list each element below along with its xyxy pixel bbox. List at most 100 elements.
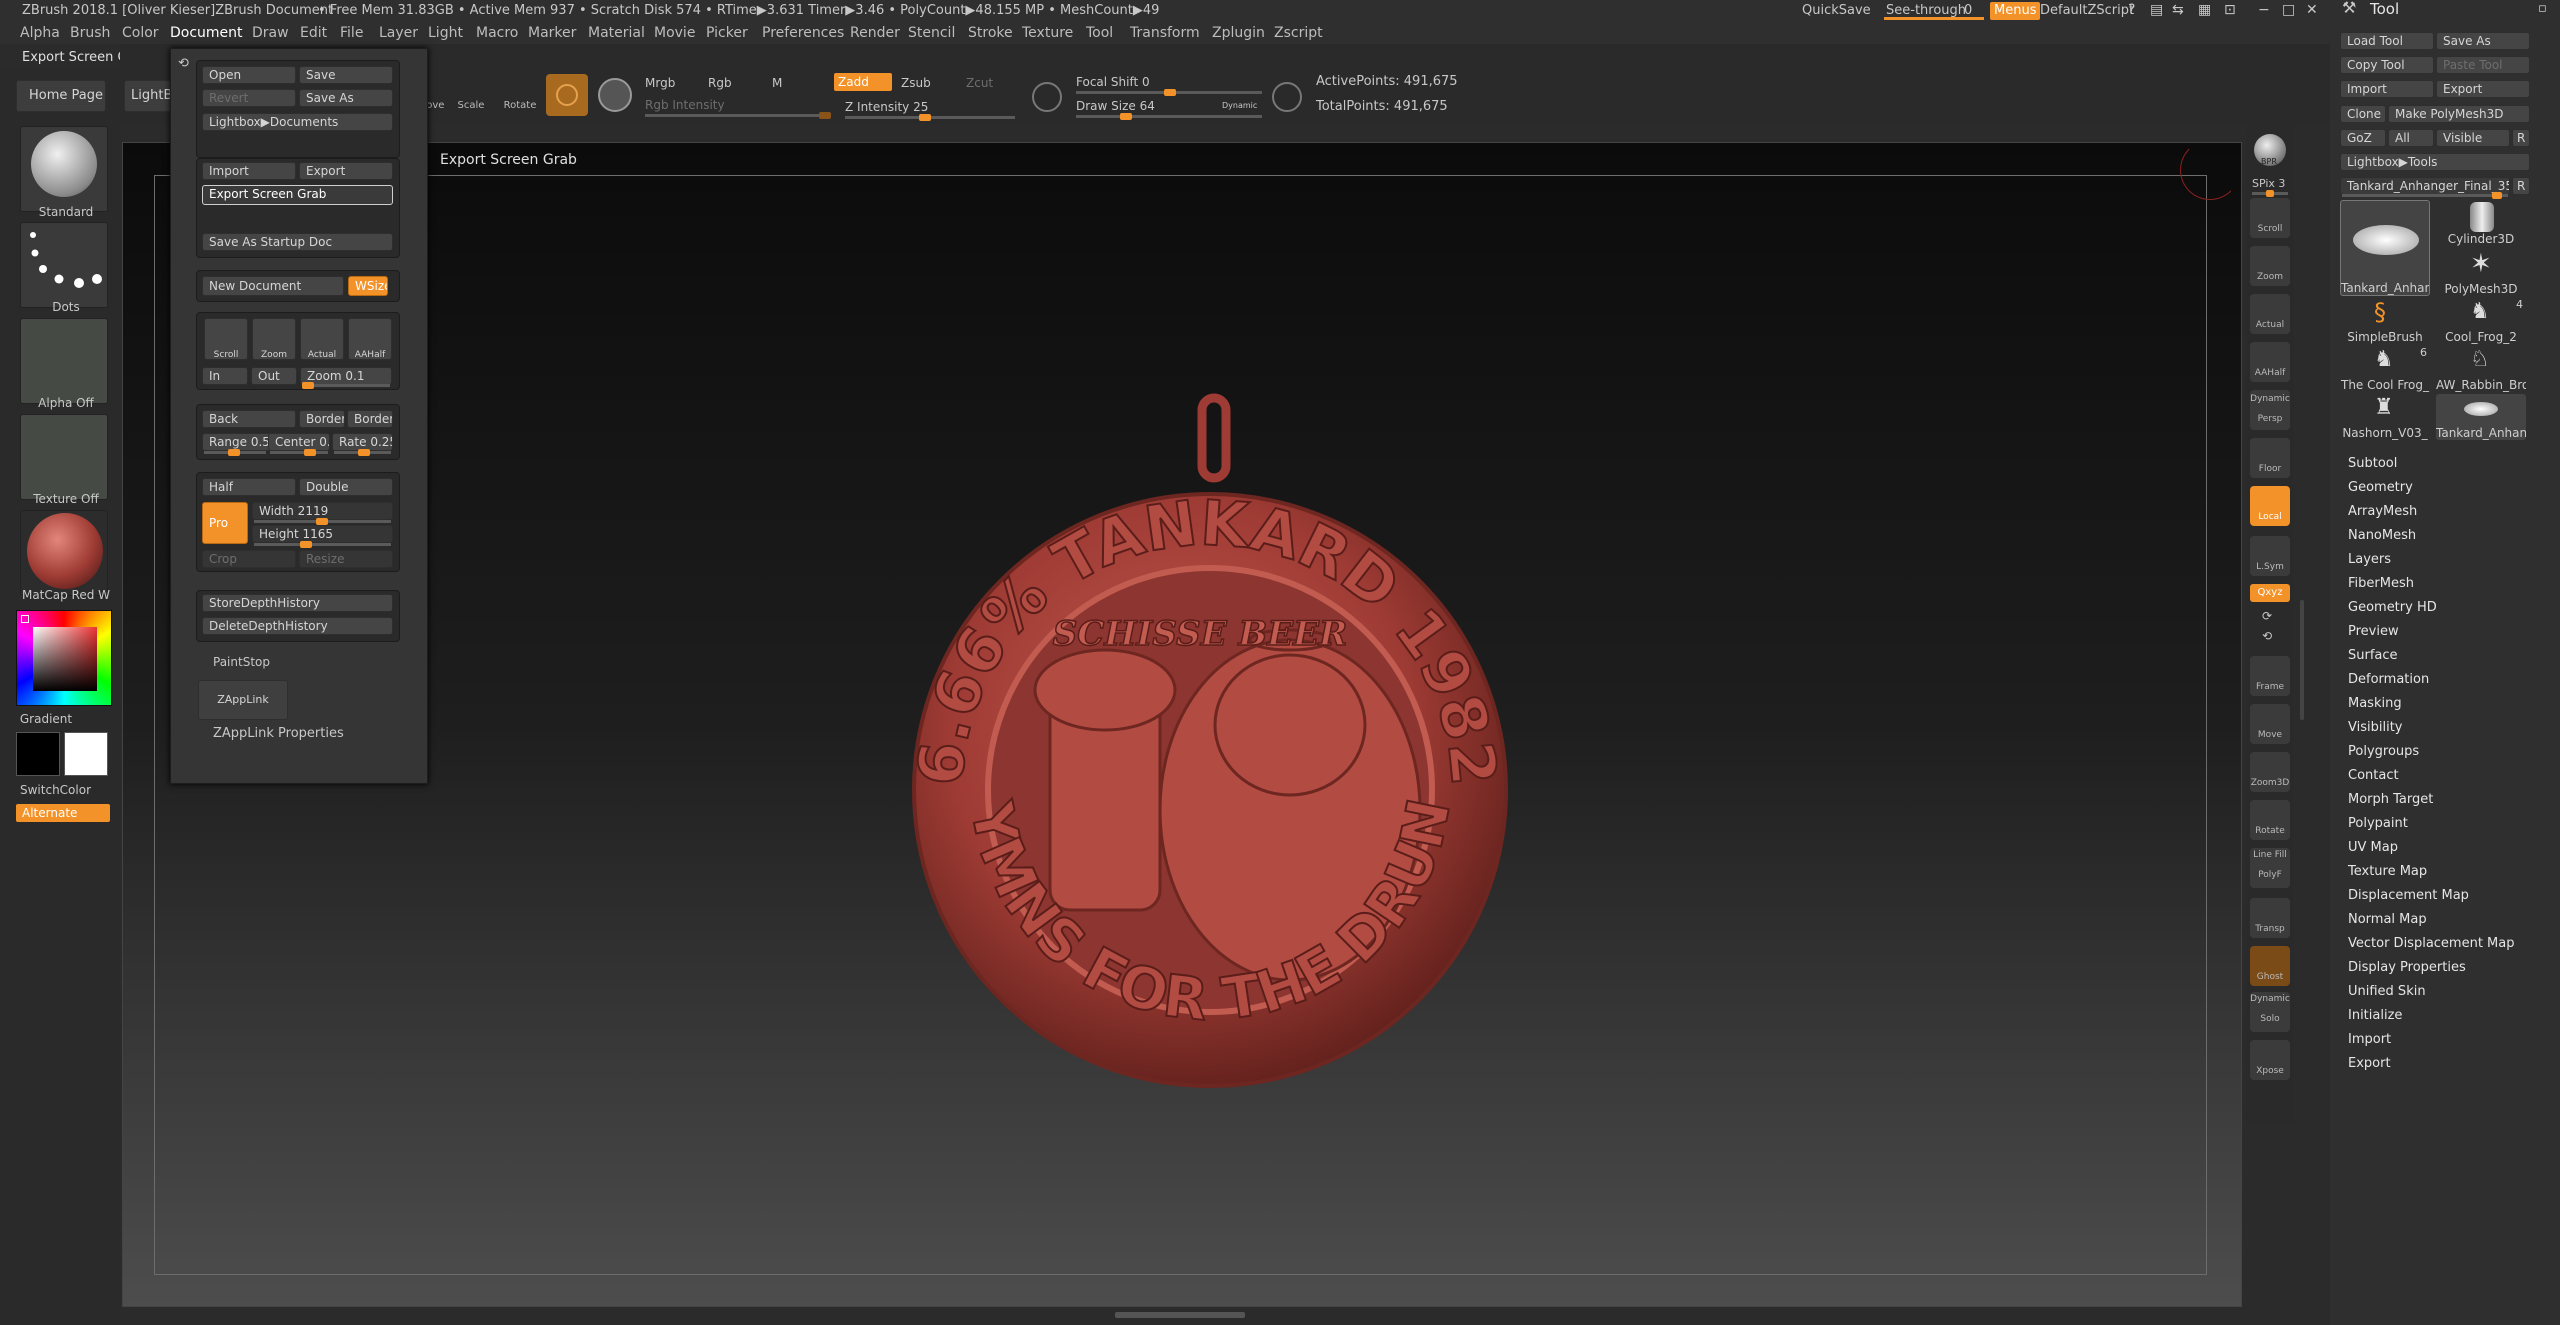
subpalette-morph-target[interactable]: Morph Target bbox=[2348, 792, 2433, 807]
zoom-view-button[interactable]: Zoom bbox=[2250, 246, 2290, 286]
minimize-icon[interactable]: − bbox=[2258, 2, 2270, 18]
quicksave-button[interactable]: QuickSave bbox=[1802, 3, 1871, 19]
height-track[interactable] bbox=[254, 541, 391, 548]
scroll-button[interactable]: Scroll bbox=[204, 318, 248, 360]
tool-import-button[interactable]: Import bbox=[2340, 80, 2434, 98]
menu-render[interactable]: Render bbox=[850, 25, 900, 41]
rgb-intensity-knob[interactable] bbox=[819, 112, 831, 119]
subpalette-preview[interactable]: Preview bbox=[2348, 624, 2399, 639]
backface-mask-icon[interactable] bbox=[1272, 82, 1302, 112]
tool-save-as-button[interactable]: Save As bbox=[2436, 32, 2530, 50]
menu-file[interactable]: File bbox=[340, 25, 363, 41]
layout-icon[interactable]: ▤ bbox=[2150, 2, 2163, 18]
crop-button[interactable]: Crop bbox=[202, 550, 296, 568]
solo-button[interactable]: Dynamic Solo bbox=[2250, 992, 2290, 1032]
frame-button[interactable]: Frame bbox=[2250, 656, 2290, 696]
menu-draw[interactable]: Draw bbox=[252, 25, 289, 41]
menu-movie[interactable]: Movie bbox=[654, 25, 695, 41]
save-as-startup-doc-button[interactable]: Save As Startup Doc bbox=[202, 233, 393, 251]
aahalf-view-button[interactable]: AAHalf bbox=[2250, 342, 2290, 382]
pro-button[interactable]: Pro bbox=[202, 502, 248, 544]
tool-thumb-cylinder3d[interactable]: Cylinder3D bbox=[2436, 200, 2526, 246]
tool-thumb-cool-frog-2[interactable]: ♞ 4 Cool_Frog_2 bbox=[2436, 298, 2526, 344]
menu-layer[interactable]: Layer bbox=[379, 25, 418, 41]
draw-size-track[interactable] bbox=[1076, 113, 1262, 120]
m-button[interactable]: M bbox=[772, 75, 782, 91]
border-button[interactable]: Border bbox=[299, 410, 345, 428]
spotlight-icon[interactable] bbox=[598, 78, 632, 112]
default-zscript[interactable]: DefaultZScript bbox=[2040, 3, 2134, 19]
menu-texture[interactable]: Texture bbox=[1022, 25, 1073, 41]
tool-thumb-simplebrush[interactable]: § SimpleBrush bbox=[2340, 298, 2430, 344]
zadd-button[interactable]: Zadd bbox=[834, 73, 892, 91]
subpalette-uv-map[interactable]: UV Map bbox=[2348, 840, 2398, 855]
tankard-pendant-model[interactable]: 6.66% TANKARD 1982 HYMNS FOR THE DRUNK S… bbox=[900, 390, 1520, 1100]
half-button[interactable]: Half bbox=[202, 478, 296, 496]
menu-zplugin[interactable]: Zplugin bbox=[1212, 25, 1265, 41]
subpalette-normal-map[interactable]: Normal Map bbox=[2348, 912, 2427, 927]
save-as-button[interactable]: Save As bbox=[299, 89, 393, 107]
zoom-knob[interactable] bbox=[302, 382, 314, 389]
menu-marker[interactable]: Marker bbox=[528, 25, 576, 41]
rotate-y-icon[interactable]: ⟳ bbox=[2262, 608, 2272, 624]
stroke-selector[interactable] bbox=[20, 222, 108, 308]
alternate-toggle[interactable]: Alternate bbox=[16, 804, 110, 822]
store-depth-history-button[interactable]: StoreDepthHistory bbox=[202, 594, 393, 612]
open-button[interactable]: Open bbox=[202, 66, 296, 84]
menu-stencil[interactable]: Stencil bbox=[908, 25, 955, 41]
current-tool-knob[interactable] bbox=[2492, 192, 2502, 199]
menu-edit[interactable]: Edit bbox=[300, 25, 327, 41]
swap-icon[interactable]: ⇆ bbox=[2172, 2, 2184, 18]
tool-export-button[interactable]: Export bbox=[2436, 80, 2530, 98]
subpalette-unified-skin[interactable]: Unified Skin bbox=[2348, 984, 2426, 999]
focal-shift-track[interactable] bbox=[1076, 89, 1262, 96]
range-knob[interactable] bbox=[228, 449, 240, 456]
height-knob[interactable] bbox=[300, 541, 312, 548]
rotate-z-icon[interactable]: ⟲ bbox=[2262, 628, 2272, 644]
import-button[interactable]: Import bbox=[202, 162, 296, 180]
persp-button[interactable]: Dynamic Persp bbox=[2250, 390, 2290, 430]
actual-view-button[interactable]: Actual bbox=[2250, 294, 2290, 334]
menu-tool[interactable]: Tool bbox=[1086, 25, 1113, 41]
floor-button[interactable]: Floor bbox=[2250, 438, 2290, 478]
double-button[interactable]: Double bbox=[299, 478, 393, 496]
menu-zscript[interactable]: Zscript bbox=[1274, 25, 1323, 41]
resize-button[interactable]: Resize bbox=[299, 550, 393, 568]
new-document-button[interactable]: New Document bbox=[202, 276, 344, 296]
tool-thumb-tankard-1[interactable]: Tankard_Anhan bbox=[2340, 200, 2430, 296]
draw-size-slider[interactable]: Draw Size 64 bbox=[1076, 98, 1155, 114]
subpalette-layers[interactable]: Layers bbox=[2348, 552, 2391, 567]
menu-color[interactable]: Color bbox=[122, 25, 159, 41]
lightbox-tools-button[interactable]: Lightbox▶Tools bbox=[2340, 153, 2530, 171]
border2-button[interactable]: Border2 bbox=[347, 410, 393, 428]
rgb-intensity-track[interactable] bbox=[645, 112, 831, 119]
subpalette-display-properties[interactable]: Display Properties bbox=[2348, 960, 2466, 975]
main-color-swatch[interactable] bbox=[16, 732, 60, 776]
rotate-button[interactable]: Rotate bbox=[502, 74, 538, 112]
goz-all-button[interactable]: All bbox=[2388, 129, 2434, 147]
menu-preferences[interactable]: Preferences bbox=[762, 25, 844, 41]
subpalette-polypaint[interactable]: Polypaint bbox=[2348, 816, 2408, 831]
tool-thumb-aw-rabbin[interactable]: ♘ AW_Rabbin_Bro bbox=[2436, 346, 2526, 392]
center-track[interactable] bbox=[270, 449, 328, 456]
menu-material[interactable]: Material bbox=[588, 25, 645, 41]
zsub-button[interactable]: Zsub bbox=[901, 75, 931, 91]
export-screen-grab-button[interactable]: Export Screen Grab bbox=[202, 185, 393, 205]
clone-button[interactable]: Clone bbox=[2340, 105, 2386, 123]
rate-knob[interactable] bbox=[358, 449, 370, 456]
save-button[interactable]: Save bbox=[299, 66, 393, 84]
tool-thumb-the-cool-frog[interactable]: ♞ 6 The Cool Frog_ bbox=[2340, 346, 2430, 392]
paste-tool-button[interactable]: Paste Tool bbox=[2436, 56, 2530, 74]
subpalette-export[interactable]: Export bbox=[2348, 1056, 2391, 1071]
lazy-mouse-icon[interactable] bbox=[1032, 82, 1062, 112]
secondary-color-swatch[interactable] bbox=[64, 732, 108, 776]
rotation-gyro-icon[interactable] bbox=[2180, 140, 2240, 200]
range-track[interactable] bbox=[204, 449, 266, 456]
width-track[interactable] bbox=[254, 518, 391, 525]
zapplink-button[interactable]: ZAppLink bbox=[198, 680, 288, 720]
subpalette-deformation[interactable]: Deformation bbox=[2348, 672, 2429, 687]
tray-divider-handle[interactable] bbox=[2300, 600, 2304, 720]
load-tool-button[interactable]: Load Tool bbox=[2340, 32, 2434, 50]
subpalette-contact[interactable]: Contact bbox=[2348, 768, 2399, 783]
subpalette-vector-displacement-map[interactable]: Vector Displacement Map bbox=[2348, 936, 2515, 951]
